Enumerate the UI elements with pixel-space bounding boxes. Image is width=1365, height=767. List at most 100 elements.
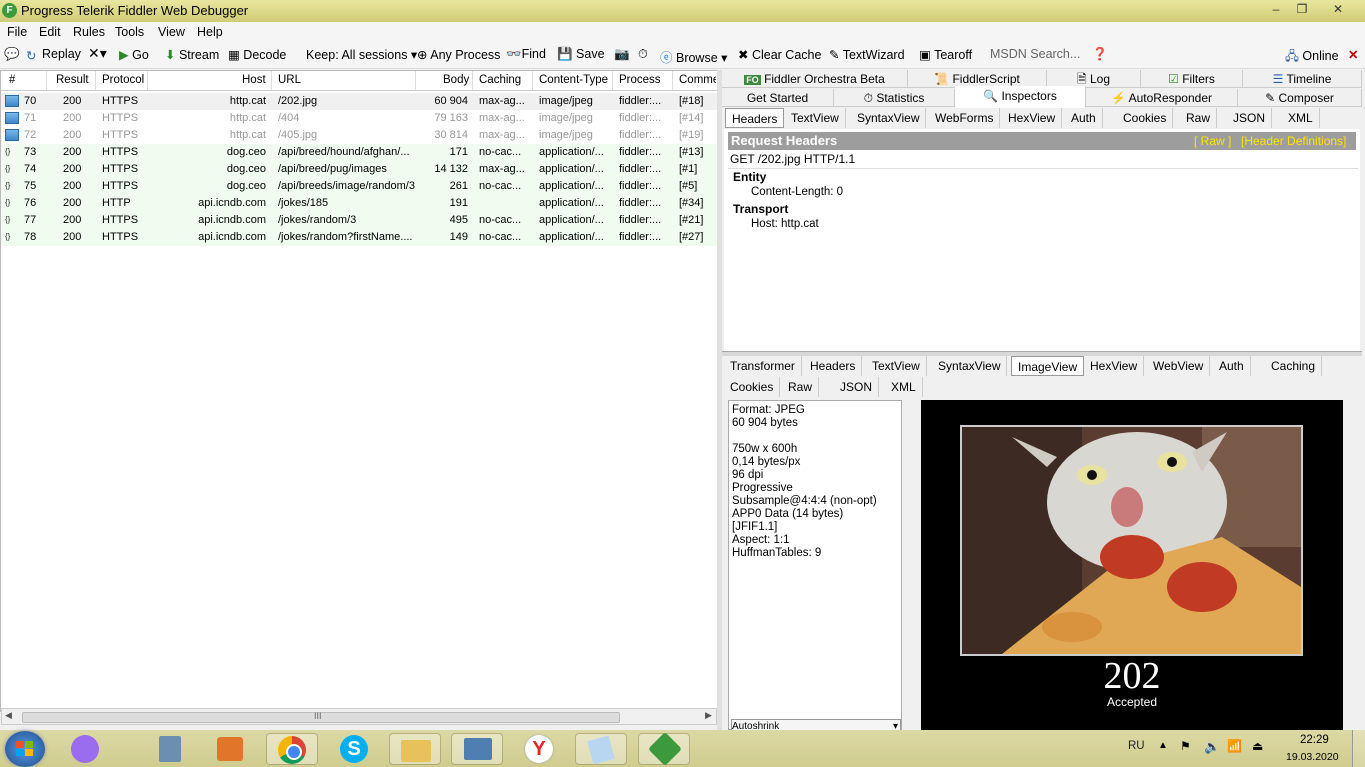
col-url[interactable]: URL: [278, 74, 301, 86]
msdn-search-input[interactable]: MSDN Search...: [990, 47, 1080, 61]
table-row[interactable]: {} 78 200 HTTPS api.icndb.com/jokes/random?f…: [1, 229, 717, 246]
horizontal-scrollbar[interactable]: ◀ III ▶: [1, 708, 717, 725]
clear-cache-button[interactable]: ✖ Clear Cache: [738, 47, 821, 62]
resp-tab-xml[interactable]: XML: [885, 377, 923, 397]
close-toolbar-icon[interactable]: ✕: [1348, 47, 1358, 62]
col-process[interactable]: Process: [619, 74, 661, 86]
textwizard-button[interactable]: ✎ TextWizard: [829, 47, 905, 62]
menu-file[interactable]: File: [7, 25, 27, 39]
close-button[interactable]: ✕: [1325, 0, 1351, 18]
req-tab-hexview[interactable]: HexView: [1002, 108, 1063, 128]
skype-app-icon[interactable]: S: [328, 733, 380, 765]
minimize-button[interactable]: –: [1263, 0, 1289, 18]
scroll-right-icon[interactable]: ▶: [705, 710, 712, 721]
content-length-header[interactable]: Content-Length: 0: [751, 186, 843, 198]
pane-splitter[interactable]: [717, 70, 722, 730]
req-tab-headers[interactable]: Headers: [725, 108, 785, 128]
raw-link[interactable]: [ Raw ]: [1194, 134, 1231, 148]
media-player-app-icon[interactable]: [205, 733, 257, 765]
col-caching[interactable]: Caching: [479, 74, 521, 86]
header-definitions-link[interactable]: [Header Definitions]: [1241, 134, 1346, 148]
resp-tab-transformer[interactable]: Transformer: [724, 356, 802, 376]
resp-tab-caching[interactable]: Caching: [1265, 356, 1323, 376]
col-num[interactable]: #: [9, 74, 15, 86]
keep-sessions-dropdown[interactable]: Keep: All sessions ▾: [306, 47, 417, 62]
req-tab-syntaxview[interactable]: SyntaxView: [851, 108, 927, 128]
tab-timeline[interactable]: ☰ Timeline: [1243, 70, 1362, 88]
notepad-app-icon[interactable]: [575, 733, 627, 765]
tray-expand-icon[interactable]: ▲: [1158, 740, 1168, 751]
network-status-icon[interactable]: ⚑: [1180, 739, 1191, 753]
online-status[interactable]: 🖧 Online: [1285, 47, 1339, 68]
alice-app-icon[interactable]: [61, 733, 113, 765]
table-row[interactable]: 70 200 HTTPS http.cat/202.jpg 60 904 max-ag..…: [1, 93, 717, 110]
stream-button[interactable]: ⬇ Stream: [165, 47, 219, 62]
table-row[interactable]: 71 200 HTTPS http.cat/404 79 163 max-ag... ima…: [1, 110, 717, 127]
tab-autoresponder[interactable]: ⚡ AutoResponder: [1086, 89, 1238, 107]
scroll-left-icon[interactable]: ◀: [5, 710, 12, 721]
req-tab-raw[interactable]: Raw: [1180, 108, 1218, 128]
any-process-button[interactable]: ⊕ Any Process: [417, 47, 500, 62]
table-row[interactable]: {} 75 200 HTTPS dog.ceo/api/breeds/image/ran…: [1, 178, 717, 195]
col-body[interactable]: Body: [443, 74, 469, 86]
req-tab-xml[interactable]: XML: [1282, 108, 1320, 128]
menu-help[interactable]: Help: [197, 25, 223, 39]
clock-date[interactable]: 19.03.2020: [1286, 751, 1339, 763]
tab-fiddler-orchestra[interactable]: FO Fiddler Orchestra Beta: [722, 70, 908, 88]
req-tab-auth[interactable]: Auth: [1065, 108, 1103, 128]
find-button[interactable]: 👓Find: [506, 47, 546, 62]
language-indicator[interactable]: RU: [1128, 740, 1145, 752]
scrollbar-thumb[interactable]: III: [22, 711, 620, 723]
browse-button[interactable]: ⓔ Browse ▾: [660, 47, 727, 66]
col-protocol[interactable]: Protocol: [102, 74, 144, 86]
tearoff-button[interactable]: ▣ Tearoff: [919, 47, 972, 62]
resp-tab-imageview[interactable]: ImageView: [1011, 356, 1085, 376]
clock-time[interactable]: 22:29: [1300, 734, 1329, 746]
tab-filters[interactable]: ☑ Filters: [1141, 70, 1243, 88]
save-button[interactable]: 💾 Save: [557, 47, 605, 62]
resp-tab-cookies[interactable]: Cookies: [724, 377, 781, 397]
table-row[interactable]: {} 73 200 HTTPS dog.ceo/api/breed/hound/afgh…: [1, 144, 717, 161]
table-row[interactable]: {} 77 200 HTTPS api.icndb.com/jokes/random/3…: [1, 212, 717, 229]
menu-view[interactable]: View: [158, 25, 185, 39]
explorer-app-icon[interactable]: [389, 733, 441, 765]
resp-tab-textview[interactable]: TextView: [866, 356, 927, 376]
col-content-type[interactable]: Content-Type: [539, 74, 608, 86]
sessions-grid[interactable]: # Result Protocol Host URL Body Caching …: [0, 70, 718, 725]
menu-rules[interactable]: Rules: [73, 25, 105, 39]
req-tab-cookies[interactable]: Cookies: [1117, 108, 1174, 128]
show-desktop-button[interactable]: [1352, 730, 1365, 767]
transport-label[interactable]: Transport: [733, 202, 788, 216]
yandex-app-icon[interactable]: Y: [513, 733, 565, 765]
col-result[interactable]: Result: [56, 74, 89, 86]
col-host[interactable]: Host: [242, 74, 266, 86]
resp-tab-headers[interactable]: Headers: [804, 356, 863, 376]
table-row[interactable]: {} 76 200 HTTP api.icndb.com/jokes/185 191 app…: [1, 195, 717, 212]
calculator-app-icon[interactable]: [145, 733, 197, 765]
timer-button[interactable]: ⏱: [638, 47, 648, 62]
usb-icon[interactable]: ⏏: [1252, 739, 1263, 753]
req-tab-webforms[interactable]: WebForms: [929, 108, 1001, 128]
volume-icon[interactable]: 🔈: [1204, 739, 1220, 755]
resp-tab-hexview[interactable]: HexView: [1084, 356, 1145, 376]
comment-icon[interactable]: 💬: [4, 47, 20, 62]
fiddler-app-icon[interactable]: [638, 732, 690, 766]
req-tab-json[interactable]: JSON: [1227, 108, 1273, 128]
req-tab-textview[interactable]: TextView: [785, 108, 846, 128]
host-header[interactable]: Host: http.cat: [751, 218, 819, 230]
remove-button[interactable]: ✕▾: [88, 45, 107, 62]
maximize-button[interactable]: ❐: [1289, 0, 1315, 18]
resp-tab-json[interactable]: JSON: [834, 377, 880, 397]
decode-button[interactable]: ▦ Decode: [228, 47, 286, 62]
replay-button[interactable]: ↻ Replay: [26, 47, 81, 63]
remote-desktop-app-icon[interactable]: [451, 733, 503, 765]
table-row[interactable]: {} 74 200 HTTPS dog.ceo/api/breed/pug/images…: [1, 161, 717, 178]
resp-tab-webview[interactable]: WebView: [1147, 356, 1211, 376]
chrome-app-icon[interactable]: [266, 733, 318, 765]
help-icon[interactable]: ❓: [1092, 47, 1108, 62]
entity-label[interactable]: Entity: [733, 170, 766, 184]
resp-tab-syntaxview[interactable]: SyntaxView: [932, 356, 1008, 376]
tab-composer[interactable]: ✎ Composer: [1238, 89, 1362, 107]
menu-edit[interactable]: Edit: [39, 25, 61, 39]
col-comments[interactable]: Commen: [679, 74, 716, 86]
